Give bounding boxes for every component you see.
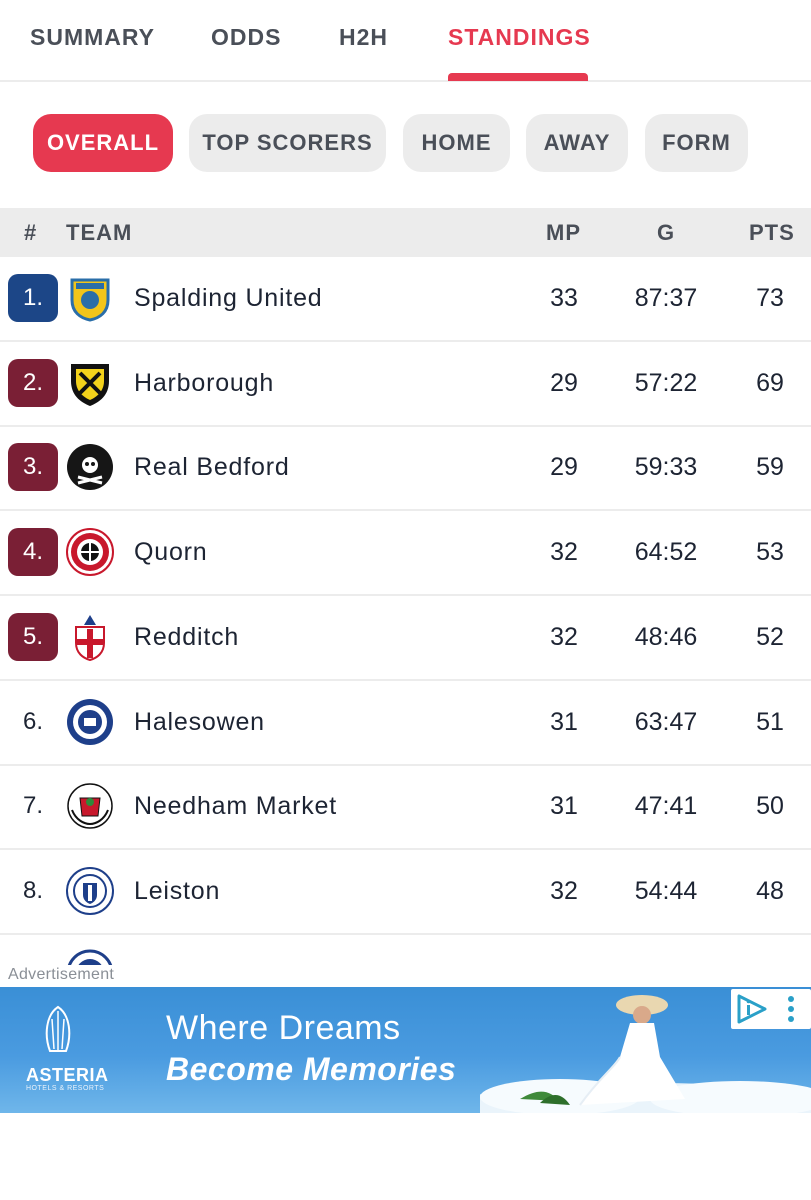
ad-brand-sub: HOTELS & RESORTS (26, 1085, 105, 1092)
header-pts: PTS (749, 220, 795, 245)
team-name[interactable]: Redditch (134, 623, 239, 652)
quorn-crest-icon (66, 528, 114, 577)
matches-played: 33 (550, 284, 578, 312)
goals: 87:37 (634, 284, 698, 312)
goals: 59:33 (634, 453, 698, 482)
header-goals: G (657, 220, 676, 245)
tab-odds[interactable]: ODDS (211, 24, 281, 51)
team-name[interactable]: Halesowen (134, 708, 265, 737)
goals: 47:41 (634, 792, 698, 821)
more-options-icon[interactable] (783, 993, 799, 1025)
goals: 57:22 (634, 368, 698, 397)
standings-row[interactable]: 3. Real Bedford 29 59:33 59 (0, 426, 811, 512)
ad-label: Advertisement (8, 966, 115, 983)
filter-overall[interactable]: OVERALL (33, 114, 173, 172)
rank-badge: 4. (8, 528, 58, 577)
rank-badge: 2. (8, 358, 58, 407)
matches-played: 31 (550, 792, 578, 821)
points: 51 (756, 707, 784, 736)
halesowen-crest-icon (67, 698, 113, 745)
filter-top-scorers[interactable]: TOP SCORERS (189, 114, 386, 172)
shell-logo-icon (45, 1005, 71, 1052)
matches-played: 29 (550, 368, 578, 397)
ad-headline-2: Become Memories (166, 1051, 457, 1087)
team-crest-partial-icon (67, 949, 113, 965)
rank-badge: 3. (8, 443, 58, 492)
rank-badge: 7. (22, 792, 43, 820)
harborough-crest-icon (71, 363, 109, 406)
standings-row[interactable]: 2. Harborough 29 57:22 69 (0, 342, 811, 427)
ad-banner[interactable]: ASTERIA HOTELS & RESORTS Where Dreams Be… (0, 987, 811, 1113)
goals: 48:46 (634, 622, 698, 651)
standings-row[interactable]: 4. Quorn 32 64:52 53 (0, 511, 811, 597)
standings-row[interactable]: 7. Needham Market 31 47:41 50 (0, 765, 811, 851)
goals: 63:47 (634, 707, 698, 736)
header-mp: MP (546, 220, 581, 245)
rank-badge: 6. (22, 707, 43, 735)
goals: 54:44 (634, 876, 698, 905)
team-name[interactable]: Quorn (134, 538, 207, 567)
redditch-crest-icon (75, 614, 105, 661)
standings-row[interactable]: 1. Spalding United 33 87:37 73 (0, 257, 811, 342)
team-name[interactable]: Spalding United (134, 284, 323, 313)
standings-row[interactable]: 8. Leiston 32 54:44 48 (0, 850, 811, 935)
tab-standings[interactable]: STANDINGS (448, 24, 591, 51)
points: 52 (756, 622, 784, 651)
points: 73 (756, 284, 784, 312)
matches-played: 31 (550, 707, 578, 736)
filter-home[interactable]: HOME (403, 114, 510, 172)
ad-choices-box[interactable] (731, 989, 811, 1029)
active-tab-indicator (448, 73, 588, 81)
standings-row[interactable]: 5. Redditch 32 48:46 52 (0, 596, 811, 681)
matches-played: 32 (550, 876, 578, 905)
header-rank: # (24, 220, 38, 245)
needham-market-crest-icon (67, 783, 113, 829)
team-name[interactable]: Needham Market (134, 792, 337, 821)
match-tabs: SUMMARY ODDS H2H STANDINGS (0, 0, 811, 82)
ad-brand: ASTERIA (26, 1065, 109, 1085)
standings-row-partial[interactable] (0, 935, 811, 965)
rank-badge: 5. (8, 612, 58, 661)
real-bedford-crest-icon (67, 444, 113, 491)
points: 69 (756, 368, 784, 397)
spalding-crest-icon (70, 278, 110, 322)
ad-choices-icon[interactable] (735, 993, 769, 1025)
matches-played: 32 (550, 538, 578, 567)
points: 50 (756, 792, 784, 821)
goals: 64:52 (634, 538, 698, 567)
leiston-crest-icon (66, 866, 114, 915)
points: 48 (756, 876, 784, 905)
rank-badge: 1. (8, 274, 58, 322)
filter-form[interactable]: FORM (645, 114, 748, 172)
team-name[interactable]: Leiston (134, 877, 220, 906)
tab-h2h[interactable]: H2H (339, 24, 388, 51)
points: 59 (756, 453, 784, 482)
tab-summary[interactable]: SUMMARY (30, 24, 155, 51)
matches-played: 32 (550, 622, 578, 651)
standings-row[interactable]: 6. Halesowen 31 63:47 51 (0, 681, 811, 766)
standings-header: # TEAM MP G PTS (0, 208, 811, 257)
ad-headline-1: Where Dreams (166, 1009, 401, 1047)
team-name[interactable]: Harborough (134, 369, 274, 398)
team-name[interactable]: Real Bedford (134, 453, 290, 482)
points: 53 (756, 538, 784, 567)
rank-badge: 8. (22, 876, 43, 904)
matches-played: 29 (550, 453, 578, 482)
filter-away[interactable]: AWAY (526, 114, 628, 172)
header-team: TEAM (66, 220, 133, 245)
